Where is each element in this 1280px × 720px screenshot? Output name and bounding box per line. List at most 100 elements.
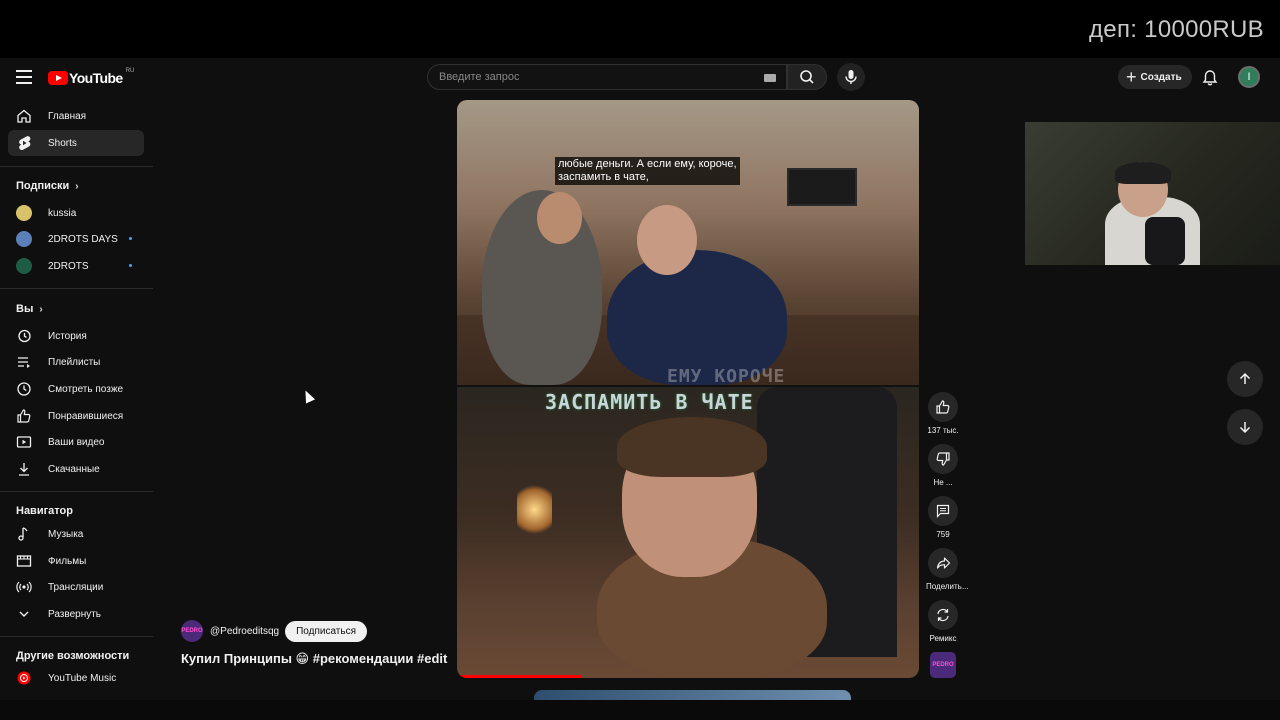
sidebar-item-label: Ваши видео [48, 436, 105, 448]
channel-avatar [16, 258, 32, 274]
divider [0, 491, 153, 492]
remix-label: Ремикс [929, 634, 957, 643]
subscribe-button[interactable]: Подписаться [285, 620, 368, 642]
sidebar-item-expand[interactable]: Развернуть [8, 601, 144, 627]
menu-icon[interactable] [16, 70, 32, 84]
comments-button[interactable] [928, 496, 958, 526]
channel-name[interactable]: @Pedroeditsqg [210, 626, 279, 637]
remix-button[interactable] [928, 600, 958, 630]
mic-icon [845, 70, 857, 84]
divider [0, 166, 153, 167]
sidebar-item-label: Смотреть позже [48, 383, 124, 395]
you-header[interactable]: Вы › [16, 303, 43, 315]
sidebar-item-2drots-days[interactable]: 2DROTS DAYS [8, 226, 144, 252]
short-meta: PEDRO @Pedroeditsqg Подписаться Купил Пр… [181, 620, 447, 667]
new-content-dot [129, 264, 132, 267]
short-video-player[interactable]: любые деньги. А если ему, короче, заспам… [457, 100, 919, 678]
create-button[interactable]: + Создать [1118, 65, 1192, 89]
person-right [607, 250, 787, 385]
search-button[interactable] [787, 64, 827, 90]
navigator-header: Навигатор [16, 505, 73, 517]
search-box [427, 64, 787, 90]
navigator-title: Навигатор [16, 505, 73, 517]
deposit-text: деп: 10000RUB [1089, 16, 1264, 43]
your-videos-icon [16, 434, 32, 450]
sidebar: Главная Shorts Подписки › kussia 2DROTS D… [0, 98, 153, 720]
sidebar-item-history[interactable]: История [8, 323, 144, 349]
like-count: 137 тыс. [927, 426, 959, 435]
movies-icon [16, 553, 32, 569]
sidebar-item-watch-later[interactable]: Смотреть позже [8, 376, 144, 402]
previous-short-button[interactable] [1227, 361, 1263, 397]
account-avatar[interactable]: I [1238, 66, 1260, 88]
youtube-logo[interactable]: YouTube RU [48, 68, 134, 88]
sidebar-item-kussia[interactable]: kussia [8, 200, 144, 226]
playlists-icon [16, 354, 32, 370]
sidebar-item-label: Скачанные [48, 463, 100, 475]
you-title: Вы [16, 303, 34, 315]
search-input[interactable] [428, 65, 748, 89]
comment-icon [936, 504, 950, 518]
share-label: Поделить... [926, 582, 969, 591]
sidebar-item-liked[interactable]: Понравившиеся [8, 403, 144, 429]
top-bar: YouTube RU + Создать I [0, 58, 1280, 98]
sidebar-item-your-videos[interactable]: Ваши видео [8, 429, 144, 455]
new-content-dot [129, 237, 132, 240]
shorts-icon [16, 135, 32, 151]
sidebar-item-label: Фильмы [48, 555, 87, 567]
webcam-person-hair [1115, 162, 1171, 184]
sidebar-item-youtube-music[interactable]: YouTube Music [8, 665, 144, 691]
face-left [537, 192, 582, 244]
sidebar-item-music[interactable]: Музыка [8, 521, 144, 547]
lamp-shape [517, 482, 552, 537]
bottom-strip [0, 700, 1280, 720]
sidebar-item-downloads[interactable]: Скачанные [8, 456, 144, 482]
sidebar-item-label: Главная [48, 110, 87, 122]
face-right [637, 205, 697, 275]
remix-action: Ремикс [926, 600, 960, 643]
share-button[interactable] [928, 548, 958, 578]
youtube-music-icon [16, 670, 32, 686]
music-icon [16, 526, 32, 542]
video-frame-top [457, 100, 919, 385]
keyboard-icon[interactable] [764, 74, 776, 82]
subscriptions-title: Подписки [16, 180, 70, 192]
create-label: Создать [1140, 71, 1182, 83]
chevron-right-icon: › [75, 180, 79, 192]
history-icon [16, 328, 32, 344]
stream-banner: деп: 10000RUB [0, 0, 1280, 58]
subtitle-caption: любые деньги. А если ему, короче, заспам… [555, 157, 740, 185]
sidebar-item-playlists[interactable]: Плейлисты [8, 349, 144, 375]
notifications-button[interactable] [1200, 68, 1220, 88]
sound-channel-avatar[interactable]: PEDRO [930, 652, 956, 678]
sidebar-item-label: Развернуть [48, 608, 102, 620]
caption-line-2: заспамить в чате, [558, 171, 649, 183]
share-icon [936, 557, 951, 569]
share-action: Поделить... [926, 548, 969, 591]
sidebar-item-home[interactable]: Главная [8, 103, 144, 129]
like-button[interactable] [928, 392, 958, 422]
overlay-text: ЗАСПАМИТЬ В ЧАТЕ [545, 390, 754, 414]
bell-icon [1202, 70, 1218, 86]
chevron-right-icon: › [39, 303, 43, 315]
webcam-microphone [1145, 217, 1185, 265]
dislike-label: Не ... [933, 478, 953, 487]
sidebar-item-2drots[interactable]: 2DROTS [8, 253, 144, 279]
watch-later-icon [16, 381, 32, 397]
dislike-button[interactable] [928, 444, 958, 474]
sidebar-item-live[interactable]: Трансляции [8, 574, 144, 600]
video-frame-bottom [457, 387, 919, 678]
sidebar-item-label: kussia [48, 207, 77, 219]
subscriptions-header[interactable]: Подписки › [16, 180, 79, 192]
playback-progress-bar[interactable] [457, 675, 582, 678]
sidebar-item-movies[interactable]: Фильмы [8, 548, 144, 574]
channel-avatar [16, 205, 32, 221]
short-title[interactable]: Купил Принципы 😁 #рекомендации #edit [181, 651, 447, 667]
voice-search-button[interactable] [837, 63, 865, 91]
logo-text: YouTube [69, 70, 123, 86]
sidebar-item-shorts[interactable]: Shorts [8, 130, 144, 156]
next-short-button[interactable] [1227, 409, 1263, 445]
channel-logo[interactable]: PEDRO [181, 620, 203, 642]
comments-action: 759 [926, 496, 960, 539]
overlay-text-faint: ЕМУ КОРОЧЕ [667, 366, 786, 387]
